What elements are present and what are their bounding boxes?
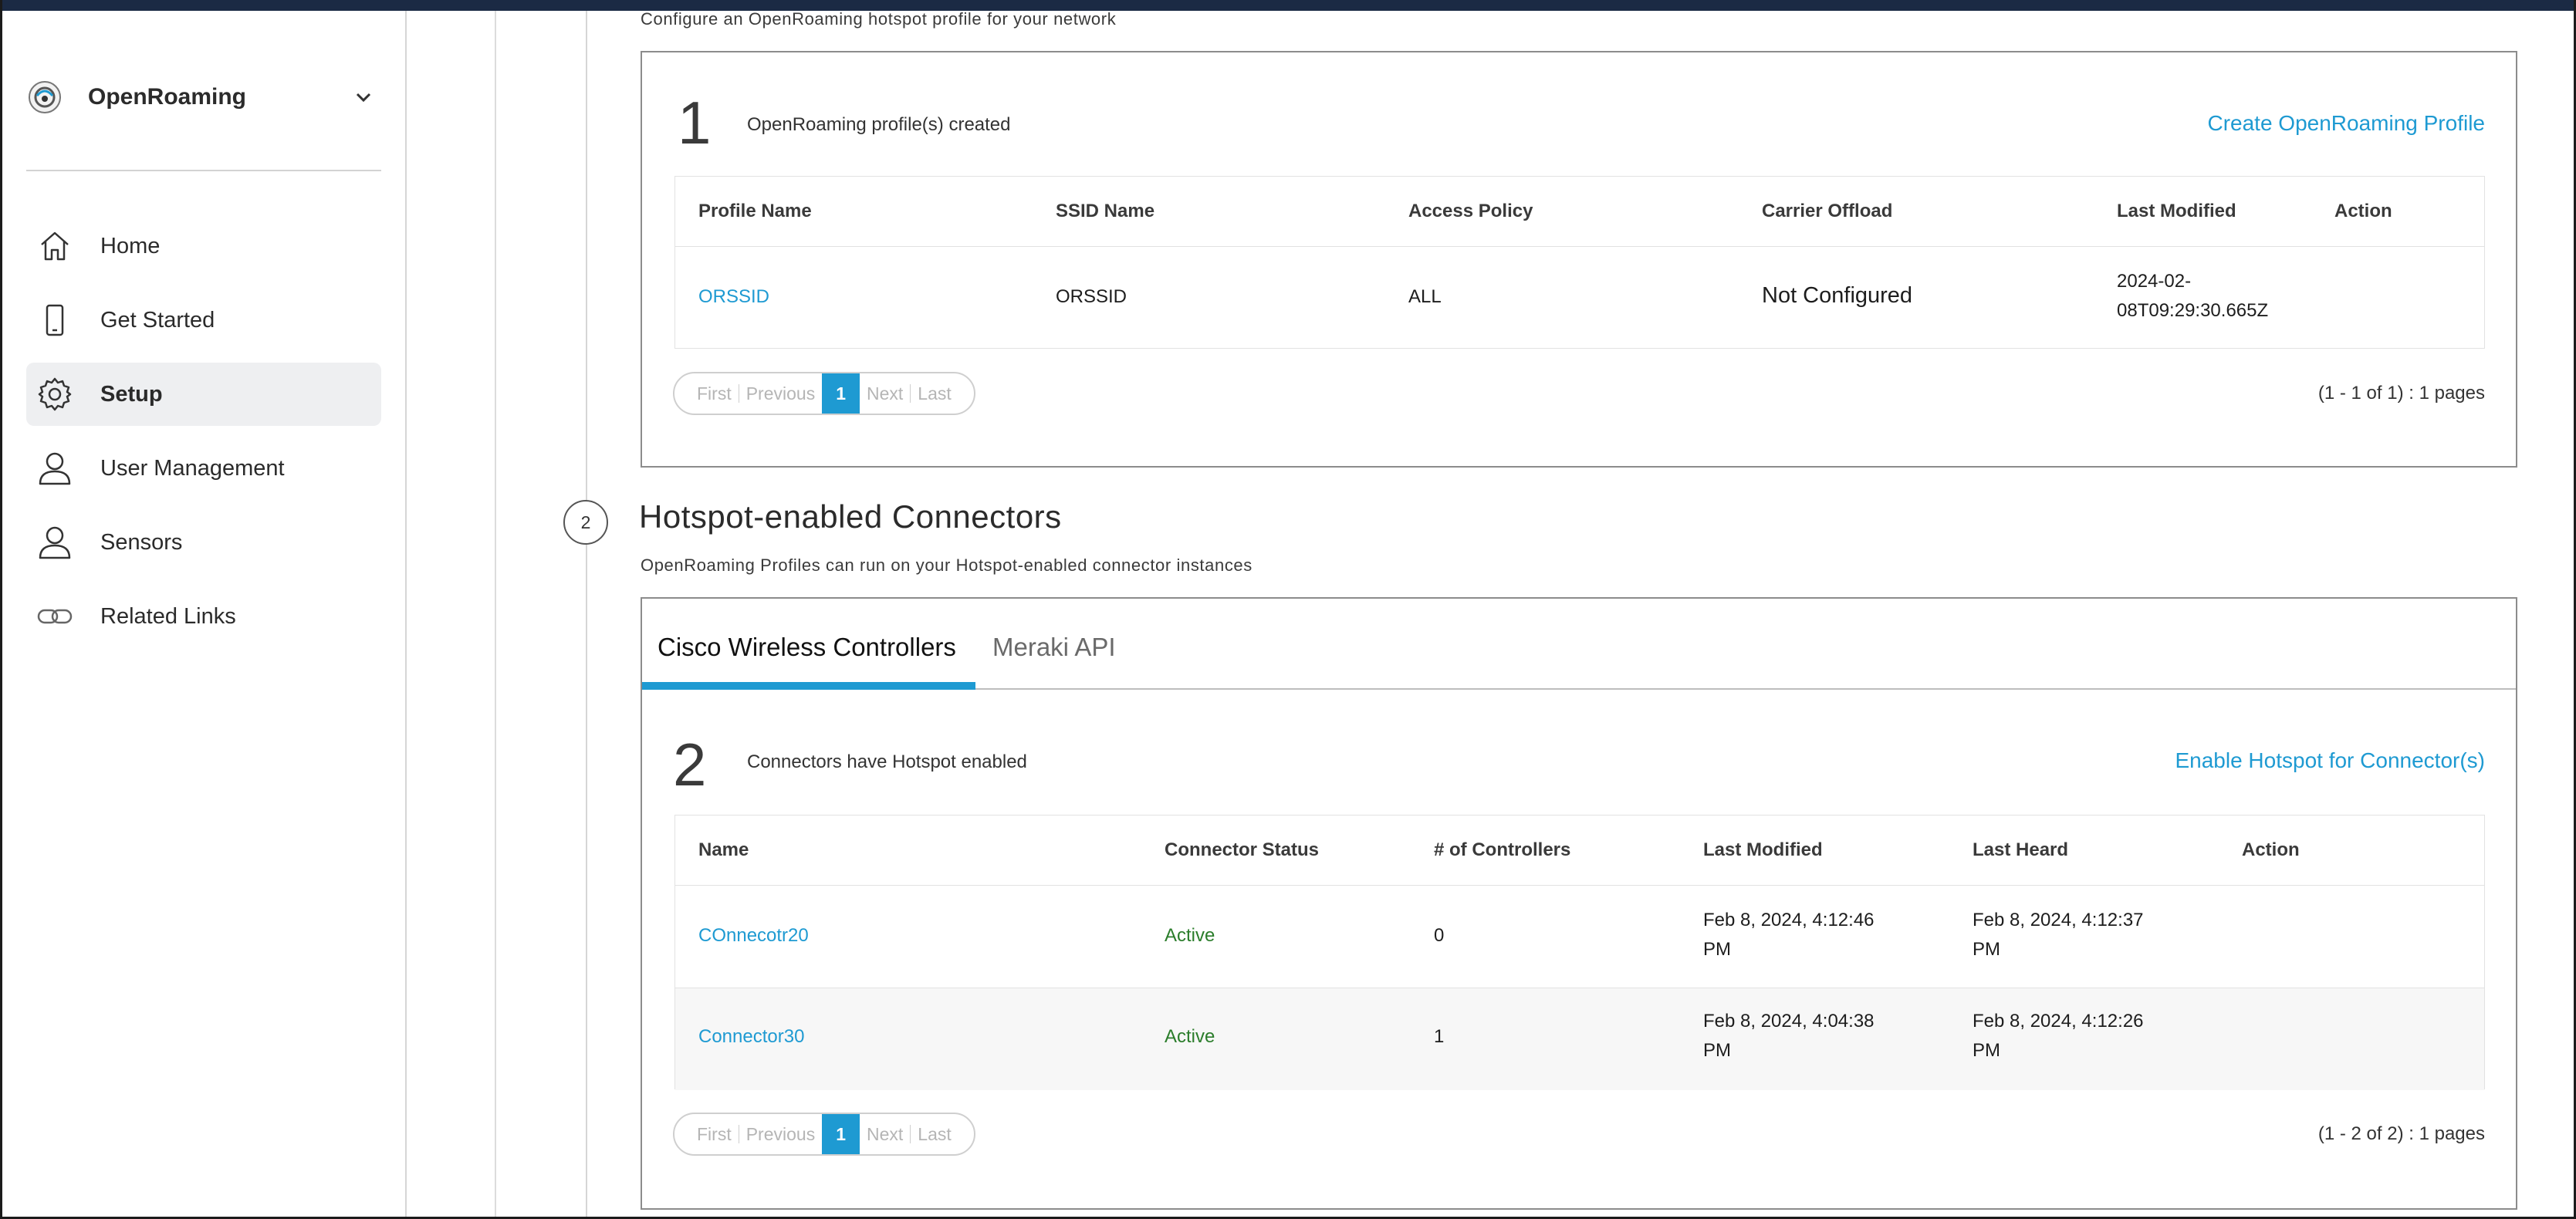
controller-count: 1 bbox=[1434, 1026, 1445, 1047]
column-header: Last Modified bbox=[2117, 201, 2236, 221]
connector-status: Active bbox=[1165, 1026, 1215, 1047]
connectors-panel: Cisco Wireless Controllers Meraki API 2 … bbox=[641, 597, 2517, 1210]
tab-meraki-api[interactable]: Meraki API bbox=[992, 633, 1116, 662]
active-tab-indicator bbox=[642, 682, 975, 690]
table-row: Connector30 Active 1 Feb 8, 2024, 4:04:3… bbox=[675, 988, 2484, 1090]
last-modified-line2: PM bbox=[1703, 1040, 1731, 1061]
column-header: SSID Name bbox=[1056, 201, 1155, 221]
profile-name-link[interactable]: ORSSID bbox=[698, 282, 769, 312]
connector-status: Active bbox=[1165, 925, 1215, 946]
column-header: Connector Status bbox=[1165, 839, 1320, 860]
carrier-offload: Not Configured bbox=[1762, 283, 1913, 308]
last-heard-line2: PM bbox=[1973, 939, 2000, 960]
content-gutter bbox=[408, 11, 496, 1219]
connectors-table: Name Connector Status # of Controllers L… bbox=[674, 815, 2485, 1090]
tab-cisco-wireless-controllers[interactable]: Cisco Wireless Controllers bbox=[658, 633, 956, 662]
section-title: Hotspot-enabled Connectors bbox=[639, 498, 1062, 535]
column-header: Last Modified bbox=[1703, 839, 1823, 860]
column-header: Last Heard bbox=[1973, 839, 2069, 860]
sidebar-divider bbox=[26, 170, 381, 171]
connector-tabs: Cisco Wireless Controllers Meraki API bbox=[642, 599, 2516, 690]
table-header: Name Connector Status # of Controllers L… bbox=[675, 815, 2484, 885]
sidebar-item-label: Setup bbox=[100, 381, 163, 407]
last-modified-line2: 08T09:29:30.665Z bbox=[2117, 300, 2269, 321]
sidebar-item-label: Related Links bbox=[100, 603, 236, 629]
connectors-count-text: Connectors have Hotspot enabled bbox=[747, 751, 1027, 772]
openroaming-logo-icon bbox=[29, 81, 61, 113]
pager-next[interactable]: Next bbox=[860, 373, 910, 414]
last-heard-line1: Feb 8, 2024, 4:12:26 bbox=[1973, 1011, 2144, 1032]
user-icon bbox=[35, 449, 74, 488]
phone-icon bbox=[35, 301, 74, 339]
enable-hotspot-link[interactable]: Enable Hotspot for Connector(s) bbox=[2175, 748, 2485, 773]
column-header: # of Controllers bbox=[1434, 839, 1571, 860]
column-header: Action bbox=[2242, 839, 2300, 860]
last-modified-line1: 2024-02- bbox=[2117, 271, 2192, 292]
pager-last[interactable]: Last bbox=[911, 1114, 958, 1154]
user-icon bbox=[35, 523, 74, 562]
table-row: COnnecotr20 Active 0 Feb 8, 2024, 4:12:4… bbox=[675, 885, 2484, 988]
column-header: Action bbox=[2334, 201, 2392, 221]
profiles-count: 1 bbox=[678, 89, 712, 157]
table-row: ORSSID ORSSID ALL Not Configured 2024-02… bbox=[675, 246, 2484, 349]
last-heard-line1: Feb 8, 2024, 4:12:37 bbox=[1973, 910, 2144, 930]
connectors-pager: First Previous 1 Next Last bbox=[673, 1113, 975, 1156]
sidebar-item-setup[interactable]: Setup bbox=[26, 363, 381, 426]
column-header: Profile Name bbox=[698, 201, 812, 221]
column-header: Carrier Offload bbox=[1762, 201, 1893, 221]
sidebar-item-home[interactable]: Home bbox=[26, 214, 381, 278]
connectors-pages-text: (1 - 2 of 2) : 1 pages bbox=[2317, 1123, 2485, 1144]
profiles-table: Profile Name SSID Name Access Policy Car… bbox=[674, 176, 2485, 349]
last-heard-line2: PM bbox=[1973, 1040, 2000, 1061]
last-modified-line1: Feb 8, 2024, 4:12:46 bbox=[1703, 910, 1875, 930]
pager-first[interactable]: First bbox=[690, 1114, 739, 1154]
sidebar-item-related-links[interactable]: Related Links bbox=[26, 585, 381, 648]
profiles-subtitle: Configure an OpenRoaming hotspot profile… bbox=[641, 9, 1117, 29]
controller-count: 0 bbox=[1434, 925, 1445, 946]
profiles-pager: First Previous 1 Next Last bbox=[673, 372, 975, 415]
connector-name-link[interactable]: Connector30 bbox=[698, 1022, 804, 1052]
column-header: Name bbox=[698, 839, 749, 860]
access-policy: ALL bbox=[1408, 286, 1442, 307]
sidebar-item-get-started[interactable]: Get Started bbox=[26, 289, 381, 352]
org-name: OpenRoaming bbox=[88, 84, 247, 110]
sidebar-item-label: Sensors bbox=[100, 529, 183, 555]
pager-current-page[interactable]: 1 bbox=[822, 373, 860, 414]
gear-icon bbox=[35, 375, 74, 414]
org-switcher[interactable]: OpenRoaming bbox=[26, 69, 381, 125]
pager-previous[interactable]: Previous bbox=[739, 373, 822, 414]
pager-last[interactable]: Last bbox=[911, 373, 958, 414]
profiles-panel: 1 OpenRoaming profile(s) created Create … bbox=[641, 51, 2517, 468]
sidebar-item-label: Get Started bbox=[100, 307, 215, 333]
connectors-count: 2 bbox=[673, 731, 707, 799]
step-number: 2 bbox=[563, 500, 608, 545]
ssid-name: ORSSID bbox=[1056, 286, 1127, 307]
pager-current-page[interactable]: 1 bbox=[822, 1114, 860, 1154]
sidebar-item-label: Home bbox=[100, 233, 161, 258]
table-header: Profile Name SSID Name Access Policy Car… bbox=[675, 177, 2484, 246]
sidebar-item-sensors[interactable]: Sensors bbox=[26, 511, 381, 574]
create-profile-link[interactable]: Create OpenRoaming Profile bbox=[2207, 111, 2485, 136]
column-header: Access Policy bbox=[1408, 201, 1533, 221]
top-bar bbox=[0, 0, 2576, 11]
pager-next[interactable]: Next bbox=[860, 1114, 910, 1154]
link-icon bbox=[35, 597, 74, 636]
last-modified-line1: Feb 8, 2024, 4:04:38 bbox=[1703, 1011, 1875, 1032]
profiles-pages-text: (1 - 1 of 1) : 1 pages bbox=[2317, 383, 2485, 404]
home-icon bbox=[35, 227, 74, 265]
pager-previous[interactable]: Previous bbox=[739, 1114, 822, 1154]
sidebar-item-label: User Management bbox=[100, 455, 285, 481]
chevron-down-icon[interactable] bbox=[352, 86, 375, 109]
profiles-count-text: OpenRoaming profile(s) created bbox=[747, 114, 1011, 135]
pager-first[interactable]: First bbox=[690, 373, 739, 414]
last-modified-line2: PM bbox=[1703, 939, 1731, 960]
sidebar: OpenRoaming Home Get Started Setup User … bbox=[0, 11, 407, 1219]
connector-name-link[interactable]: COnnecotr20 bbox=[698, 921, 809, 951]
stepper-line bbox=[586, 11, 587, 1219]
connectors-subtitle: OpenRoaming Profiles can run on your Hot… bbox=[641, 555, 1253, 575]
sidebar-item-user-management[interactable]: User Management bbox=[26, 437, 381, 500]
sidebar-nav: Home Get Started Setup User Management S… bbox=[26, 214, 381, 659]
